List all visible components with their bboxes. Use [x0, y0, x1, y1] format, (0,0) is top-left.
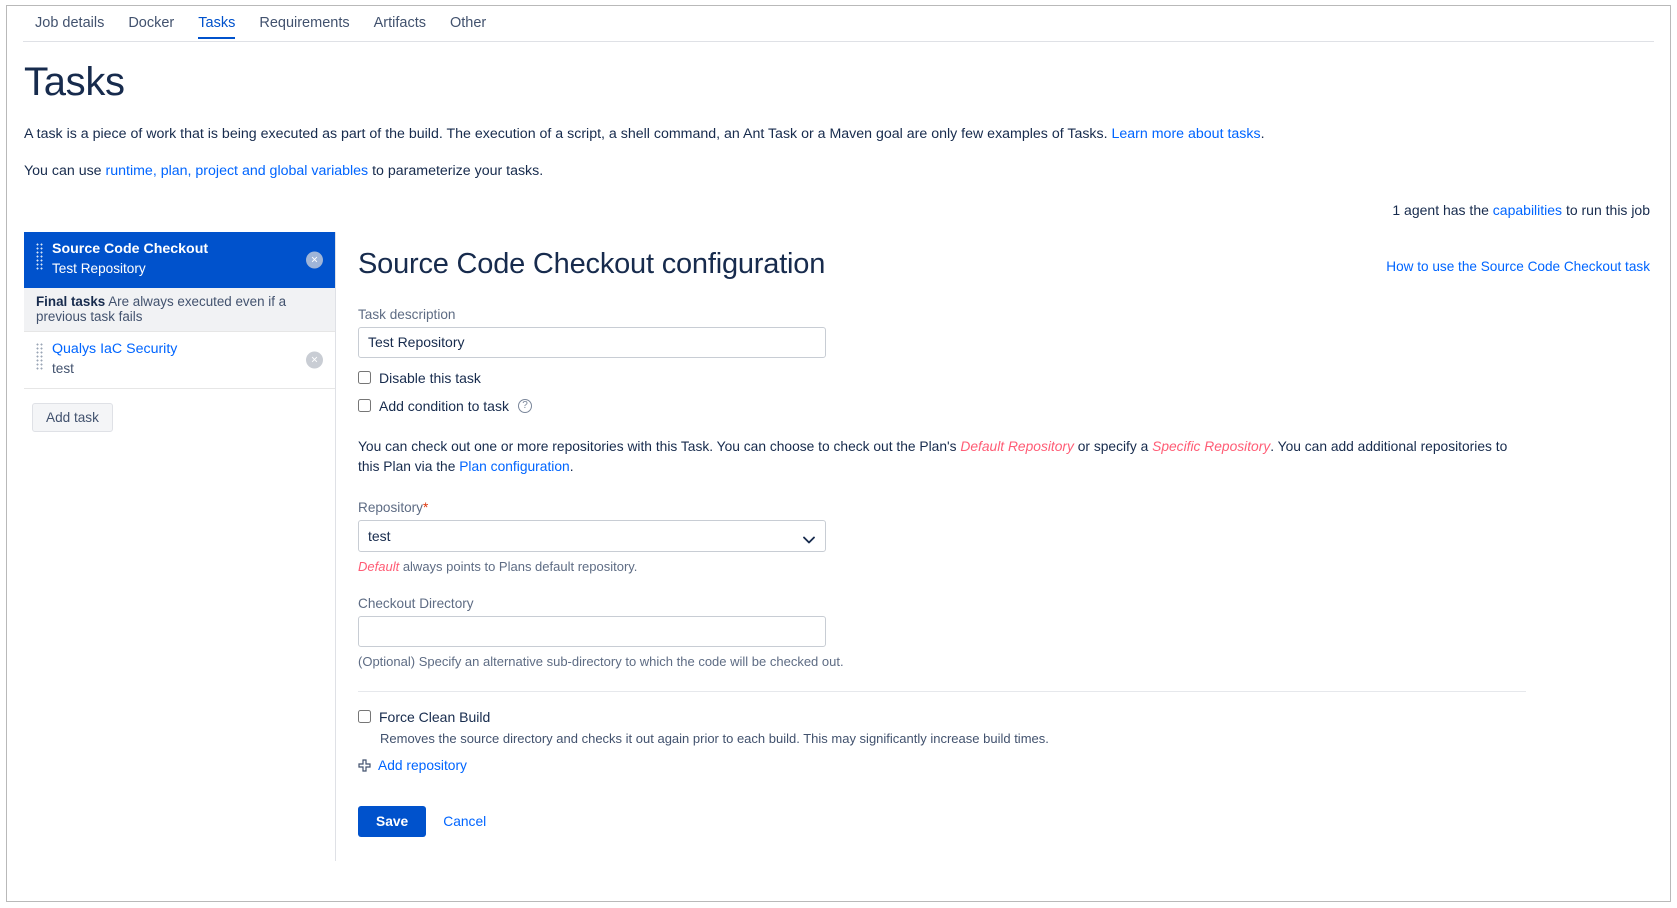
tasks-description: A task is a piece of work that is being …	[24, 124, 1670, 145]
variables-description: You can use runtime, plan, project and g…	[24, 161, 1670, 182]
specific-repository-term: Specific Repository	[1152, 438, 1271, 454]
checkout-directory-label: Checkout Directory	[358, 595, 474, 611]
checkout-directory-group: Checkout Directory (Optional) Specify an…	[358, 596, 1650, 669]
info-part-2: or specify a	[1073, 438, 1153, 454]
remove-task-icon[interactable]: ×	[306, 351, 323, 369]
job-config-tabs: Job details Docker Tasks Requirements Ar…	[23, 11, 1654, 42]
info-part-4: .	[569, 459, 574, 475]
how-to-use-task-link[interactable]: How to use the Source Code Checkout task	[1386, 259, 1650, 274]
capabilities-link[interactable]: capabilities	[1493, 202, 1562, 218]
drag-handle-icon[interactable]	[36, 243, 43, 272]
task-description-label: Task description	[358, 306, 456, 322]
repository-info-paragraph: You can check out one or more repositori…	[358, 437, 1526, 478]
repository-label: Repository*	[358, 500, 1650, 515]
task-item-subtitle: Test Repository	[52, 260, 146, 276]
default-repository-term: Default Repository	[960, 438, 1074, 454]
add-task-wrap: Add task	[24, 389, 335, 432]
repository-select[interactable]: test	[358, 519, 826, 552]
tab-docker[interactable]: Docker	[116, 11, 186, 39]
tasks-layout: Source Code Checkout Test Repository × F…	[7, 232, 1670, 861]
checkout-directory-hint: (Optional) Specify an alternative sub-di…	[358, 653, 844, 669]
force-clean-build-row: Force Clean Build	[358, 709, 1650, 725]
task-item-subtitle: test	[52, 360, 74, 376]
default-term: Default	[358, 558, 400, 574]
task-item-title: Source Code Checkout	[52, 241, 209, 258]
plus-icon	[358, 759, 371, 772]
variables-description-prefix: You can use	[24, 162, 106, 179]
agent-capabilities-line: 1 agent has the capabilities to run this…	[7, 202, 1650, 218]
app-window: Job details Docker Tasks Requirements Ar…	[6, 5, 1671, 902]
force-clean-build-description: Removes the source directory and checks …	[380, 730, 1049, 746]
repository-select-wrap: test	[358, 519, 826, 552]
repository-field-group: Repository* test Default always points t…	[358, 500, 1650, 574]
task-item-qualys-iac-security[interactable]: Qualys IaC Security test ×	[24, 332, 335, 389]
info-part-1: You can check out one or more repositori…	[358, 438, 961, 454]
variables-link[interactable]: runtime, plan, project and global variab…	[106, 163, 369, 179]
disable-task-row: Disable this task	[358, 370, 1650, 386]
task-item-texts: Source Code Checkout Test Repository	[52, 241, 208, 278]
tab-other[interactable]: Other	[438, 11, 498, 39]
tab-requirements[interactable]: Requirements	[247, 11, 361, 39]
task-configuration-panel: Source Code Checkout configuration How t…	[335, 232, 1670, 861]
learn-more-about-tasks-link[interactable]: Learn more about tasks	[1112, 126, 1261, 142]
tab-label: Other	[449, 15, 487, 31]
section-divider	[358, 690, 1526, 692]
tab-artifacts[interactable]: Artifacts	[362, 11, 438, 39]
agent-count-text: 1 agent has the	[1392, 202, 1493, 219]
add-condition-label[interactable]: Add condition to task	[379, 398, 509, 414]
add-repository-row: Add repository	[358, 758, 1650, 773]
repository-hint: Default always points to Plans default r…	[358, 559, 1650, 574]
save-button[interactable]: Save	[358, 805, 427, 837]
tasks-description-text: A task is a piece of work that is being …	[24, 126, 1112, 142]
page-title: Tasks	[24, 60, 125, 104]
tab-tasks[interactable]: Tasks	[186, 11, 247, 39]
task-item-source-code-checkout[interactable]: Source Code Checkout Test Repository ×	[24, 232, 335, 288]
add-repository-link[interactable]: Add repository	[378, 758, 467, 773]
task-item-title[interactable]: Qualys IaC Security	[52, 341, 177, 359]
variables-description-suffix: to parameterize your tasks.	[368, 162, 544, 179]
add-condition-checkbox[interactable]	[358, 399, 371, 413]
tab-label: Docker	[128, 15, 175, 31]
task-list-sidebar: Source Code Checkout Test Repository × F…	[7, 232, 335, 861]
tab-label: Job details	[35, 15, 105, 31]
remove-task-icon[interactable]: ×	[306, 251, 323, 269]
force-clean-build-checkbox[interactable]	[358, 710, 371, 724]
add-condition-row: Add condition to task ?	[358, 398, 1650, 414]
final-tasks-header: Final tasks Are always executed even if …	[24, 287, 335, 332]
force-clean-build-label[interactable]: Force Clean Build	[379, 709, 490, 725]
tasks-description-period: .	[1260, 126, 1265, 142]
drag-handle-icon[interactable]	[36, 342, 43, 371]
task-item-texts: Qualys IaC Security test	[52, 341, 177, 378]
disable-task-checkbox[interactable]	[358, 371, 371, 385]
tab-label: Tasks	[198, 15, 236, 31]
task-config-form: Task description Disable this task Add c…	[358, 307, 1650, 861]
tab-job-details[interactable]: Job details	[23, 11, 116, 39]
plan-configuration-link[interactable]: Plan configuration	[459, 459, 569, 474]
final-tasks-label: Final tasks	[36, 293, 106, 309]
disable-task-label[interactable]: Disable this task	[379, 370, 481, 386]
tab-label: Artifacts	[373, 15, 426, 31]
repository-hint-text: always points to Plans default repositor…	[399, 558, 638, 574]
panel-title: Source Code Checkout configuration	[358, 248, 826, 281]
cancel-button[interactable]: Cancel	[443, 814, 486, 829]
agent-suffix-text: to run this job	[1562, 202, 1650, 219]
help-icon[interactable]: ?	[517, 398, 532, 413]
form-actions: Save Cancel	[358, 805, 1650, 861]
panel-header: Source Code Checkout configuration How t…	[356, 248, 1650, 281]
checkout-directory-input[interactable]	[358, 615, 826, 647]
repository-label-text: Repository	[358, 499, 423, 515]
tab-label: Requirements	[259, 15, 350, 31]
required-asterisk: *	[422, 499, 429, 515]
add-task-button[interactable]: Add task	[32, 402, 113, 432]
task-description-input[interactable]	[358, 326, 826, 358]
